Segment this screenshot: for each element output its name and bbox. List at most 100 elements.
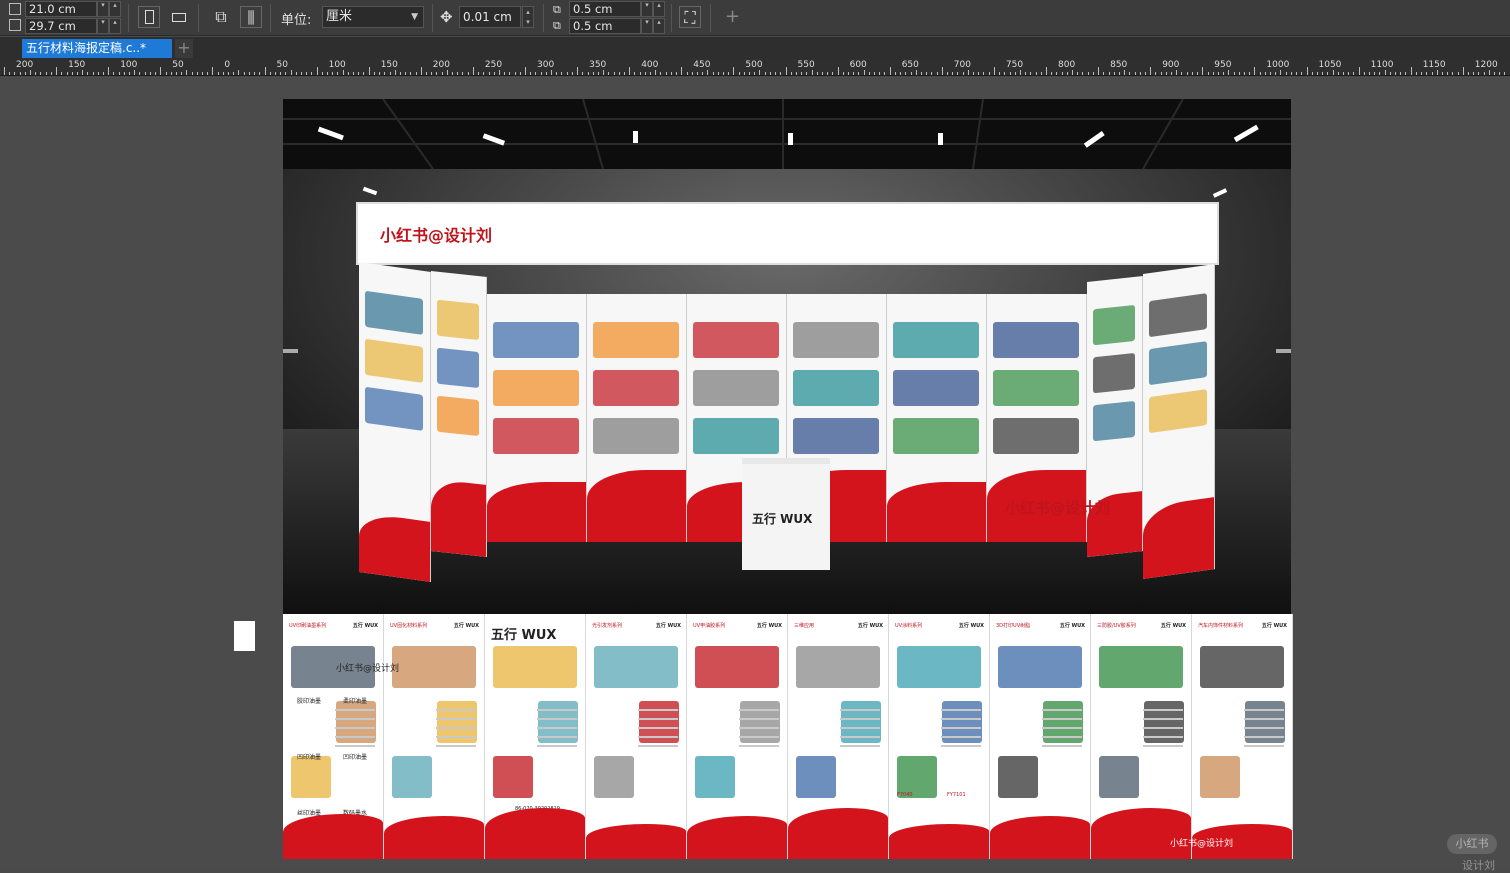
poster-text-line [739, 718, 779, 720]
poster-panel[interactable]: 三维应用 五行 WUX [788, 614, 889, 859]
poster-panel[interactable]: 汽车内饰件材料系列 五行 WUX [1192, 614, 1293, 859]
poster-caption: 凹印油墨 [297, 754, 322, 761]
poster-heading: 三防胶/UV胶系列 [1097, 623, 1136, 629]
poster-panel[interactable]: UV印刷油墨系列五行 WUX胶印油墨柔印油墨凹印油墨凹印油墨丝印油墨数码墨水 [283, 614, 384, 859]
page-width-stepper[interactable]: ▾ [97, 1, 109, 17]
poster-strip[interactable]: 汽车内饰件材料系列 五行 WUX 三防胶/UV胶系列 五行 WUX 3D打印UV树脂 五行… [283, 614, 1293, 859]
units-label: 单位: [281, 13, 312, 28]
poster-text-line [1244, 727, 1284, 729]
ruler-label: 150 [68, 60, 86, 70]
horizontal-ruler[interactable]: 200 150 100 50 0 50 100 150 200 250 300 350 400 450 50… [0, 59, 1510, 76]
duplicate-y-stepper[interactable]: ▾ [641, 18, 653, 34]
poster-panel[interactable]: UV涂料系列 五行 WUX F7040 FY7101 [889, 614, 990, 859]
poster-text-line [436, 727, 476, 729]
portrait-icon[interactable] [138, 6, 160, 28]
poster-image [695, 646, 779, 688]
ruler-label: 850 [1110, 60, 1128, 70]
booth-panel [887, 294, 987, 542]
duplicate-x-up[interactable]: ▴ [653, 1, 665, 17]
ruler-label: 50 [172, 60, 184, 70]
render-watermark: 小红书@设计刘 [1005, 499, 1111, 517]
page-height-stepper[interactable]: ▾ [97, 18, 109, 34]
ruler-label: 700 [953, 60, 971, 70]
page-width-up[interactable]: ▴ [109, 1, 121, 17]
duplicate-y-icon: ⧉ [553, 19, 561, 32]
poster-text-line [1042, 718, 1082, 720]
new-tab-button[interactable]: + [175, 39, 193, 58]
page-width-field[interactable]: 21.0 cm [25, 1, 97, 17]
page-height-up[interactable]: ▴ [109, 18, 121, 34]
poster-heading: 3D打印UV树脂 [996, 623, 1031, 629]
poster-text-line [436, 709, 476, 711]
booth-panel-image [493, 370, 579, 406]
ruler-label: 250 [484, 60, 503, 70]
tab-document[interactable]: 五行材料海报定稿.c..* [22, 39, 172, 58]
poster-text-line [1143, 718, 1183, 720]
poster-text-line [1244, 709, 1284, 711]
poster-logo: 五行 WUX [655, 623, 681, 629]
poster-heading: UV甲油胶系列 [693, 623, 726, 629]
current-page-icon[interactable]: ⫼ [240, 6, 262, 28]
watermark-text: 设计刘 [1462, 859, 1495, 872]
poster-image [695, 756, 735, 798]
booth-panel-image [793, 322, 879, 358]
poster-text-line [1244, 745, 1284, 747]
ruler-label: 600 [849, 60, 867, 70]
booth-panel-image [993, 370, 1079, 406]
poster-heading: 汽车内饰件材料系列 [1198, 623, 1244, 629]
booth-panel-image [1093, 304, 1135, 346]
poster-image [796, 646, 880, 688]
booth-panel-image [493, 418, 579, 454]
poster-red-wave [384, 816, 484, 859]
poster-text-line [537, 718, 577, 720]
booth-panel [359, 261, 431, 583]
add-button[interactable]: + [725, 6, 740, 27]
poster-panel[interactable]: 3D打印UV树脂 五行 WUX [990, 614, 1091, 859]
booth-panel-image [993, 322, 1079, 358]
poster-image [1099, 646, 1183, 688]
nudge-stepper[interactable]: ▴ ▾ [522, 6, 534, 28]
booth-panel-wave [487, 482, 586, 542]
poster-red-wave [586, 824, 686, 859]
ruler-label: 200 [16, 60, 34, 70]
poster-panel[interactable]: UV甲油胶系列 五行 WUX [687, 614, 788, 859]
poster-red-wave [485, 808, 585, 859]
poster-text-line [638, 709, 678, 711]
poster-text-line [1143, 727, 1183, 729]
page-border-icon[interactable]: ⛶ [679, 6, 701, 28]
poster-panel[interactable]: 五行 WUX86-020-39292819 [485, 614, 586, 859]
booth-panel-image [893, 322, 979, 358]
poster-text-line [1143, 736, 1183, 738]
drawing-canvas[interactable]: 小红书@设计刘 五行 WUX 小红书@设计刘 汽车内饰件材料系列 五行 WUX 三防… [0, 77, 1510, 872]
poster-text-line [537, 745, 577, 747]
poster-text-line [335, 745, 375, 747]
poster-text-line [1244, 718, 1284, 720]
poster-image [291, 756, 331, 798]
page-height-field[interactable]: 29.7 cm [25, 18, 97, 34]
duplicate-x-stepper[interactable]: ▾ [641, 1, 653, 17]
poster-panel[interactable]: 光引发剂系列 五行 WUX [586, 614, 687, 859]
landscape-icon[interactable] [168, 6, 190, 28]
poster-text-line [941, 745, 981, 747]
ruler-label: 1150 [1422, 60, 1446, 70]
booth-panel-image [993, 418, 1079, 454]
all-pages-icon[interactable]: ⧉ [210, 6, 232, 28]
nudge-field[interactable]: 0.01 cm [459, 6, 521, 28]
duplicate-y-field[interactable]: 0.5 cm [569, 18, 641, 34]
poster-text-line [840, 727, 880, 729]
poster-text-line [1042, 709, 1082, 711]
ruler-label: 450 [693, 60, 711, 70]
units-select[interactable]: 厘米 ▼ [322, 6, 424, 28]
ruler-label: 650 [901, 60, 919, 70]
poster-panel[interactable]: 三防胶/UV胶系列 五行 WUX [1091, 614, 1192, 859]
watermark-badge: 小红书 [1447, 834, 1497, 854]
duplicate-x-field[interactable]: 0.5 cm [569, 1, 641, 17]
poster-panel[interactable]: UV固化材料系列 五行 WUX [384, 614, 485, 859]
poster-text-line [436, 745, 476, 747]
selection-handle[interactable] [234, 621, 255, 651]
poster-image [897, 646, 981, 688]
booth-render-image[interactable]: 小红书@设计刘 五行 WUX 小红书@设计刘 [283, 99, 1291, 614]
poster-image [796, 756, 836, 798]
ruler-label: 0 [224, 60, 231, 70]
duplicate-y-up[interactable]: ▴ [653, 18, 665, 34]
